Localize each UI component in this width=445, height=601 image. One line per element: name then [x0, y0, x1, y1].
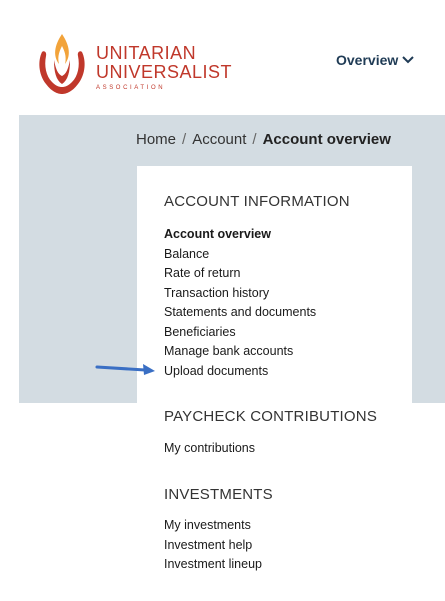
logo-line-universalist: UNIVERSALIST — [96, 62, 233, 82]
uua-logo[interactable]: UNITARIAN UNIVERSALIST ASSOCIATION — [34, 30, 244, 100]
account-information-links: Account overview Balance Rate of return … — [164, 225, 316, 381]
paycheck-contributions-links: My contributions — [164, 439, 255, 459]
menu-link-rate-of-return[interactable]: Rate of return — [164, 264, 316, 284]
menu-link-manage-bank-accounts[interactable]: Manage bank accounts — [164, 342, 316, 362]
account-menu-panel: ACCOUNT INFORMATION Account overview Bal… — [137, 166, 412, 601]
section-title-investments: INVESTMENTS — [164, 486, 273, 503]
chevron-down-icon — [402, 56, 414, 64]
chalice-logo-icon — [39, 34, 85, 94]
annotation-arrow-icon — [95, 364, 155, 375]
breadcrumb-home[interactable]: Home — [136, 131, 176, 148]
menu-link-account-overview[interactable]: Account overview — [164, 225, 316, 245]
overview-menu-button[interactable]: Overview — [336, 52, 414, 68]
menu-link-statements-and-documents[interactable]: Statements and documents — [164, 303, 316, 323]
breadcrumb: Home / Account / Account overview — [136, 131, 391, 148]
menu-link-investment-lineup[interactable]: Investment lineup — [164, 555, 262, 575]
menu-link-balance[interactable]: Balance — [164, 245, 316, 265]
logo-line-unitarian: UNITARIAN — [96, 43, 197, 63]
logo-text: UNITARIAN UNIVERSALIST ASSOCIATION — [96, 44, 232, 93]
logo-line-association: ASSOCIATION — [96, 85, 166, 91]
breadcrumb-account[interactable]: Account — [192, 131, 246, 148]
section-title-account-information: ACCOUNT INFORMATION — [164, 193, 350, 210]
menu-link-beneficiaries[interactable]: Beneficiaries — [164, 323, 316, 343]
menu-link-my-investments[interactable]: My investments — [164, 516, 262, 536]
investments-links: My investments Investment help Investmen… — [164, 516, 262, 575]
breadcrumb-current: Account overview — [262, 131, 391, 148]
menu-link-upload-documents[interactable]: Upload documents — [164, 362, 316, 382]
menu-link-transaction-history[interactable]: Transaction history — [164, 284, 316, 304]
overview-label: Overview — [336, 52, 399, 68]
menu-link-investment-help[interactable]: Investment help — [164, 536, 262, 556]
site-header: UNITARIAN UNIVERSALIST ASSOCIATION Overv… — [0, 0, 445, 115]
breadcrumb-separator: / — [252, 131, 257, 148]
menu-link-my-contributions[interactable]: My contributions — [164, 439, 255, 459]
section-title-paycheck-contributions: PAYCHECK CONTRIBUTIONS — [164, 408, 378, 425]
breadcrumb-separator: / — [182, 131, 187, 148]
